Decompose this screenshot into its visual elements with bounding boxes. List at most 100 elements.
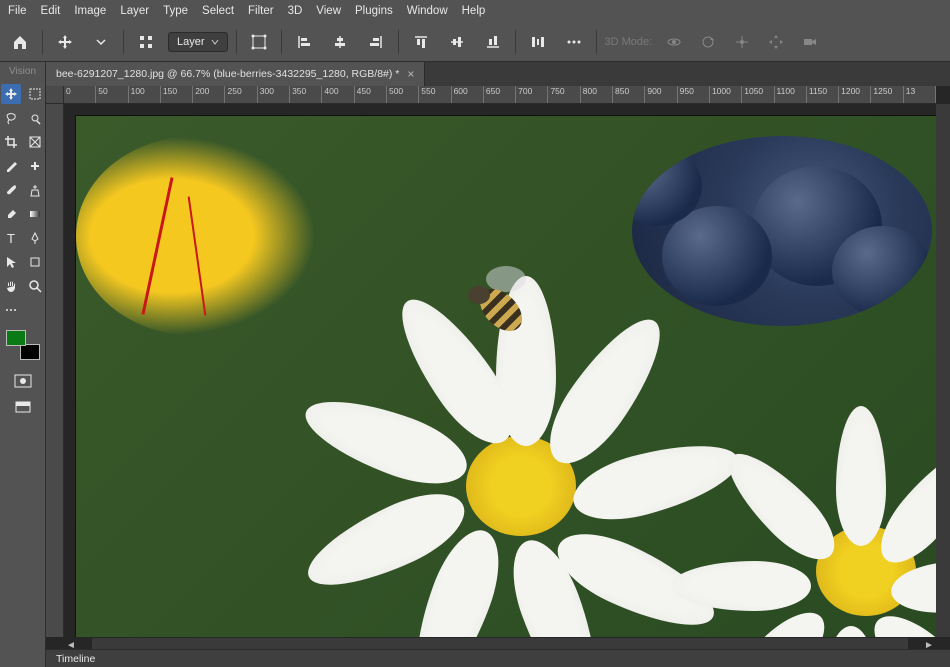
ruler-horizontal[interactable]: 0501001502002503003504004505005506006507…	[64, 86, 936, 104]
distribute-icon[interactable]	[524, 28, 552, 56]
transform-controls-icon[interactable]	[132, 28, 160, 56]
menu-item-help[interactable]: Help	[462, 5, 486, 17]
quick-select-tool[interactable]	[25, 108, 45, 128]
ruler-tick: 550	[419, 86, 451, 103]
hand-tool[interactable]	[1, 276, 21, 296]
blueberry-layer	[632, 136, 932, 326]
menu-item-filter[interactable]: Filter	[248, 5, 274, 17]
ruler-tick: 350	[290, 86, 322, 103]
divider	[398, 30, 399, 54]
menu-item-select[interactable]: Select	[202, 5, 234, 17]
move-tool-icon[interactable]	[51, 28, 79, 56]
background-swatch[interactable]	[20, 344, 40, 360]
crop-tool[interactable]	[1, 132, 21, 152]
align-bottom-icon[interactable]	[479, 28, 507, 56]
quickmask-icon[interactable]	[12, 372, 34, 390]
ruler-tick: 13	[904, 86, 936, 103]
menu-item-3d[interactable]: 3D	[288, 5, 303, 17]
ruler-corner[interactable]	[46, 86, 64, 104]
ruler-tick: 750	[548, 86, 580, 103]
eyedropper-tool[interactable]	[1, 156, 21, 176]
frame-tool[interactable]	[25, 132, 45, 152]
align-center-v-icon[interactable]	[443, 28, 471, 56]
menu-item-layer[interactable]: Layer	[120, 5, 149, 17]
divider	[42, 30, 43, 54]
menu-item-edit[interactable]: Edit	[41, 5, 61, 17]
lasso-tool[interactable]	[1, 108, 21, 128]
ruler-tick: 700	[516, 86, 548, 103]
orbit-3d-icon[interactable]	[660, 28, 688, 56]
ruler-tick: 600	[452, 86, 484, 103]
menu-item-type[interactable]: Type	[163, 5, 188, 17]
menu-item-window[interactable]: Window	[407, 5, 448, 17]
ruler-tick: 1050	[742, 86, 774, 103]
ruler-tick: 150	[161, 86, 193, 103]
ruler-vertical[interactable]	[46, 104, 64, 637]
show-transform-icon[interactable]	[245, 28, 273, 56]
home-button[interactable]	[6, 28, 34, 56]
camera-3d-icon[interactable]	[796, 28, 824, 56]
ruler-tick: 900	[645, 86, 677, 103]
timeline-panel[interactable]: Timeline	[46, 649, 950, 667]
close-icon[interactable]: ×	[407, 67, 414, 81]
eraser-tool[interactable]	[1, 204, 21, 224]
align-left-icon[interactable]	[290, 28, 318, 56]
svg-text:T: T	[7, 231, 15, 246]
healing-tool[interactable]	[25, 156, 45, 176]
menu-item-file[interactable]: File	[8, 5, 27, 17]
scrollbar-vertical[interactable]	[936, 104, 950, 637]
ruler-tick: 450	[355, 86, 387, 103]
ruler-tick: 250	[225, 86, 257, 103]
ruler-tick: 950	[678, 86, 710, 103]
ruler-tick: 650	[484, 86, 516, 103]
zoom-tool[interactable]	[25, 276, 45, 296]
document-tab[interactable]: bee-6291207_1280.jpg @ 66.7% (blue-berri…	[46, 62, 425, 86]
edit-toolbar-icon[interactable]	[1, 300, 21, 320]
divider	[123, 30, 124, 54]
document-tab-title: bee-6291207_1280.jpg @ 66.7% (blue-berri…	[56, 68, 399, 80]
menu-item-image[interactable]: Image	[74, 5, 106, 17]
canvas-viewport: 0501001502002503003504004505005506006507…	[46, 86, 950, 667]
align-top-icon[interactable]	[407, 28, 435, 56]
marquee-tool[interactable]	[25, 84, 45, 104]
autoselect-dropdown-icon[interactable]	[87, 28, 115, 56]
align-center-h-icon[interactable]	[326, 28, 354, 56]
brush-tool[interactable]	[1, 180, 21, 200]
ruler-tick: 100	[129, 86, 161, 103]
shape-tool[interactable]	[25, 252, 45, 272]
move-tool[interactable]	[1, 84, 21, 104]
slide-3d-icon[interactable]	[762, 28, 790, 56]
divider	[236, 30, 237, 54]
autoselect-target-dropdown[interactable]: Layer	[168, 32, 228, 52]
ruler-tick: 1100	[775, 86, 807, 103]
document-area: bee-6291207_1280.jpg @ 66.7% (blue-berri…	[46, 62, 950, 667]
gradient-tool[interactable]	[25, 204, 45, 224]
bee-layer	[446, 256, 546, 336]
align-right-icon[interactable]	[362, 28, 390, 56]
menubar: File Edit Image Layer Type Select Filter…	[0, 0, 950, 22]
menu-item-plugins[interactable]: Plugins	[355, 5, 393, 17]
options-bar: Layer 3D Mode:	[0, 22, 950, 62]
rotate-3d-icon[interactable]	[694, 28, 722, 56]
color-swatches[interactable]	[6, 330, 40, 360]
mode-3d-tools	[660, 28, 824, 56]
screenmode-icon[interactable]	[12, 398, 34, 416]
canvas[interactable]	[76, 116, 936, 637]
ruler-tick: 300	[258, 86, 290, 103]
foreground-swatch[interactable]	[6, 330, 26, 346]
divider	[596, 30, 597, 54]
type-tool[interactable]: T	[1, 228, 21, 248]
ruler-tick: 400	[322, 86, 354, 103]
ruler-tick: 50	[96, 86, 128, 103]
divider	[515, 30, 516, 54]
clone-tool[interactable]	[25, 180, 45, 200]
pan-3d-icon[interactable]	[728, 28, 756, 56]
mode-3d-label: 3D Mode:	[605, 36, 653, 48]
path-select-tool[interactable]	[1, 252, 21, 272]
menu-item-view[interactable]: View	[316, 5, 341, 17]
canvas-scroll[interactable]	[64, 104, 936, 637]
pen-tool[interactable]	[25, 228, 45, 248]
more-align-icon[interactable]	[560, 28, 588, 56]
ruler-tick: 1000	[710, 86, 742, 103]
ruler-tick: 1250	[871, 86, 903, 103]
